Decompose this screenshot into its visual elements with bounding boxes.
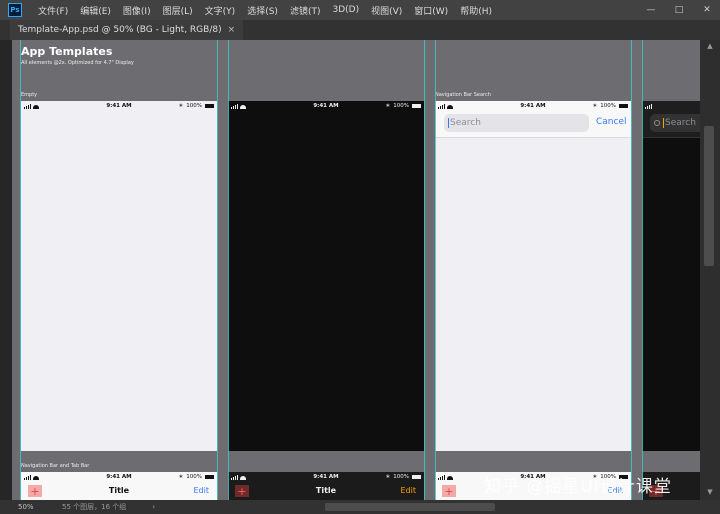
photoshop-logo-icon[interactable]: Ps bbox=[8, 3, 22, 17]
battery-percent: 100% bbox=[393, 103, 409, 109]
canvas-area[interactable]: App Templates All elements @2x. Optimize… bbox=[0, 40, 700, 500]
maximize-icon[interactable]: □ bbox=[672, 3, 686, 17]
guide-line[interactable] bbox=[217, 40, 218, 500]
ios-status-bar: 9:41 AM ∗ 100% bbox=[21, 101, 217, 113]
screen-empty-light[interactable]: 9:41 AM ∗ 100% bbox=[21, 101, 217, 451]
menu-image[interactable]: 图像(I) bbox=[117, 4, 157, 17]
search-navigation-bar: Search Cancel bbox=[435, 113, 631, 138]
screen-navbar-light[interactable]: 9:41 AM ∗ 100% + Title Edit bbox=[21, 472, 217, 500]
edit-button[interactable]: Edit bbox=[401, 486, 417, 495]
menu-edit[interactable]: 编辑(E) bbox=[74, 4, 117, 17]
scroll-up-icon[interactable]: ▲ bbox=[705, 42, 715, 52]
menu-view[interactable]: 视图(V) bbox=[365, 4, 408, 17]
search-input[interactable]: Search bbox=[650, 114, 700, 132]
scrollbar-thumb[interactable] bbox=[704, 126, 714, 266]
scroll-down-icon[interactable]: ▼ bbox=[705, 488, 715, 498]
menu-3d[interactable]: 3D(D) bbox=[326, 5, 365, 15]
edit-button[interactable]: Edit bbox=[194, 486, 210, 495]
bluetooth-icon: ∗ bbox=[592, 103, 598, 109]
window-controls: — □ ✕ bbox=[644, 0, 714, 20]
section-label-search: Navigation Bar Search bbox=[435, 92, 491, 98]
screen-navbar-dark[interactable]: 9:41 AM ∗ 100% + Title Edit bbox=[228, 472, 424, 500]
ios-status-bar: 9:41 AM ∗ 100% bbox=[21, 472, 217, 484]
guide-line[interactable] bbox=[424, 40, 425, 500]
menu-type[interactable]: 文字(Y) bbox=[199, 4, 242, 17]
battery-percent: 100% bbox=[393, 474, 409, 480]
menu-filter[interactable]: 滤镜(T) bbox=[284, 4, 327, 17]
menu-select[interactable]: 选择(S) bbox=[241, 4, 284, 17]
ios-status-bar bbox=[642, 101, 700, 113]
search-placeholder: Search bbox=[450, 118, 481, 128]
bluetooth-icon: ∗ bbox=[385, 103, 391, 109]
bluetooth-icon: ∗ bbox=[178, 103, 184, 109]
document-tab[interactable]: Template-App.psd @ 50% (BG - Light, RGB/… bbox=[10, 20, 244, 40]
bluetooth-icon: ∗ bbox=[385, 474, 391, 480]
artboard-title: App Templates bbox=[21, 45, 113, 58]
search-icon bbox=[654, 120, 660, 126]
bluetooth-icon: ∗ bbox=[178, 474, 184, 480]
battery-percent: 100% bbox=[600, 103, 616, 109]
guide-line[interactable] bbox=[631, 40, 632, 500]
guide-line[interactable] bbox=[228, 40, 229, 500]
screen-search-dark[interactable]: Search bbox=[642, 101, 700, 451]
nav-title: Title bbox=[108, 486, 130, 495]
screen-search-light[interactable]: 9:41 AM ∗ 100% Search Cancel bbox=[435, 101, 631, 451]
status-menu-arrow-icon[interactable]: › bbox=[152, 503, 155, 511]
artboard-subtitle: All elements @2x. Optimized for 4.7" Dis… bbox=[21, 60, 134, 66]
minimize-icon[interactable]: — bbox=[644, 3, 658, 17]
watermark: 知乎 @摇星UI设计课堂 bbox=[484, 477, 672, 497]
menu-help[interactable]: 帮助(H) bbox=[454, 4, 498, 17]
battery-percent: 100% bbox=[186, 474, 202, 480]
ios-status-bar: 9:41 AM ∗ 100% bbox=[228, 472, 424, 484]
ios-status-bar: 9:41 AM ∗ 100% bbox=[228, 101, 424, 113]
document-tab-bar: Template-App.psd @ 50% (BG - Light, RGB/… bbox=[0, 20, 720, 40]
vertical-scrollbar[interactable]: ▲ ▼ bbox=[700, 40, 720, 500]
document-info: 55 个图层，16 个组 bbox=[62, 503, 127, 511]
menu-file[interactable]: 文件(F) bbox=[32, 4, 74, 17]
signal-icon bbox=[645, 104, 652, 109]
document-tab-title: Template-App.psd @ 50% (BG - Light, RGB/… bbox=[18, 25, 222, 35]
add-button[interactable]: + bbox=[442, 485, 456, 498]
search-input[interactable]: Search bbox=[444, 114, 589, 132]
guide-line[interactable] bbox=[642, 40, 643, 500]
battery-icon bbox=[412, 475, 421, 479]
menu-window[interactable]: 窗口(W) bbox=[408, 4, 454, 17]
text-caret bbox=[663, 118, 664, 128]
zoom-level[interactable]: 50% bbox=[18, 503, 58, 511]
guide-line[interactable] bbox=[20, 40, 21, 500]
nav-title: Title bbox=[315, 486, 337, 495]
section-label-empty: Empty bbox=[21, 92, 38, 98]
ios-status-bar: 9:41 AM ∗ 100% bbox=[435, 101, 631, 113]
search-navigation-bar: Search bbox=[642, 113, 700, 138]
horizontal-scrollbar-thumb[interactable] bbox=[325, 503, 495, 511]
navigation-bar: + Title Edit bbox=[21, 484, 217, 498]
text-caret bbox=[448, 118, 449, 128]
battery-percent: 100% bbox=[186, 103, 202, 109]
battery-icon bbox=[205, 475, 214, 479]
document-status-bar: 50% 55 个图层，16 个组 › bbox=[0, 500, 720, 514]
cancel-button[interactable]: Cancel bbox=[596, 117, 627, 127]
screen-empty-dark[interactable]: 9:41 AM ∗ 100% bbox=[228, 101, 424, 451]
battery-icon bbox=[619, 104, 628, 108]
battery-icon bbox=[412, 104, 421, 108]
menu-layer[interactable]: 图层(L) bbox=[157, 4, 199, 17]
close-icon[interactable]: ✕ bbox=[700, 3, 714, 17]
menu-bar: Ps 文件(F) 编辑(E) 图像(I) 图层(L) 文字(Y) 选择(S) 滤… bbox=[0, 0, 720, 20]
guide-line[interactable] bbox=[435, 40, 436, 500]
navigation-bar: + Title Edit bbox=[228, 484, 424, 498]
battery-icon bbox=[205, 104, 214, 108]
search-placeholder: Search bbox=[665, 118, 696, 128]
tab-close-icon[interactable]: × bbox=[228, 25, 236, 35]
section-label-tabbar: Navigation Bar and Tab Bar bbox=[21, 463, 90, 469]
